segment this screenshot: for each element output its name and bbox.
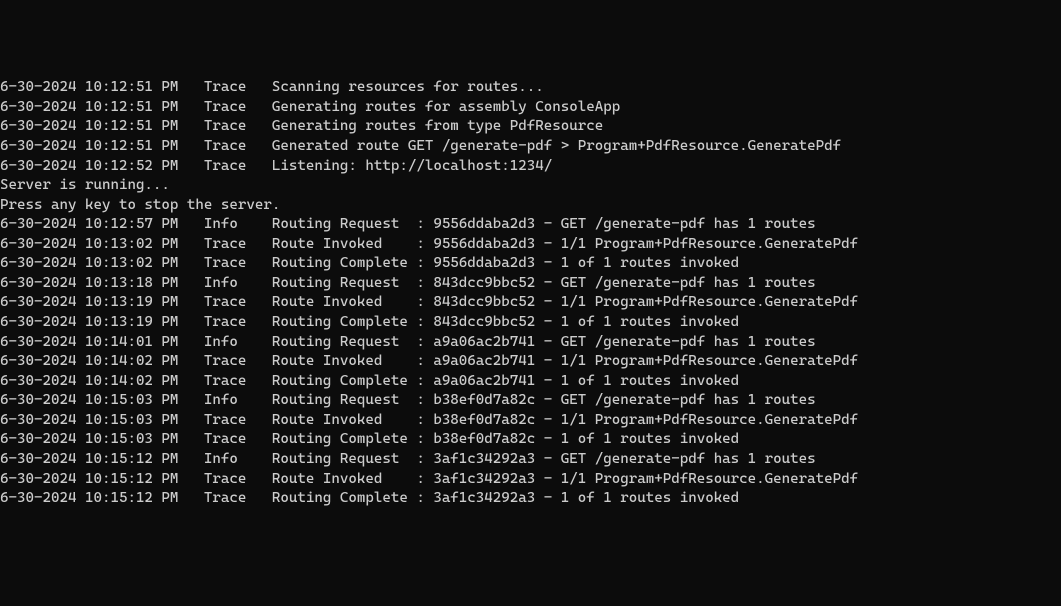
log-level: Trace: [204, 98, 272, 118]
console-line: 6-30-2024 10:13:18 PM Info Routing Reque…: [0, 274, 1061, 294]
log-message: Route Invoked : 3af1c34292a3 - 1/1 Progr…: [272, 471, 858, 487]
log-message: Routing Complete : b38ef0d7a82c - 1 of 1…: [272, 431, 739, 447]
console-line: Press any key to stop the server.: [0, 196, 1061, 216]
log-timestamp: 6-30-2024 10:14:02 PM: [0, 352, 178, 372]
log-timestamp: 6-30-2024 10:13:02 PM: [0, 254, 178, 274]
log-level: Trace: [204, 293, 272, 313]
log-timestamp: 6-30-2024 10:14:02 PM: [0, 372, 178, 392]
log-level: Trace: [204, 157, 272, 177]
log-level: Info: [204, 450, 272, 470]
log-level: Trace: [204, 470, 272, 490]
log-message: Routing Request : a9a06ac2b741 - GET /ge…: [272, 334, 816, 350]
log-timestamp: 6-30-2024 10:12:52 PM: [0, 157, 178, 177]
log-timestamp: 6-30-2024 10:13:02 PM: [0, 235, 178, 255]
log-level: Trace: [204, 352, 272, 372]
log-message: Routing Complete : 3af1c34292a3 - 1 of 1…: [272, 490, 739, 506]
log-level: Info: [204, 333, 272, 353]
console-line: 6-30-2024 10:12:57 PM Info Routing Reque…: [0, 215, 1061, 235]
log-level: Info: [204, 215, 272, 235]
log-timestamp: 6-30-2024 10:12:51 PM: [0, 117, 178, 137]
log-message: Route Invoked : 843dcc9bbc52 - 1/1 Progr…: [272, 294, 858, 310]
log-timestamp: 6-30-2024 10:15:12 PM: [0, 450, 178, 470]
console-line: 6-30-2024 10:13:02 PM Trace Route Invoke…: [0, 235, 1061, 255]
console-output: 6-30-2024 10:12:51 PM Trace Scanning res…: [0, 78, 1061, 508]
console-line: 6-30-2024 10:15:03 PM Trace Route Invoke…: [0, 411, 1061, 431]
console-line: 6-30-2024 10:13:19 PM Trace Routing Comp…: [0, 313, 1061, 333]
log-level: Trace: [204, 313, 272, 333]
console-line: 6-30-2024 10:15:03 PM Trace Routing Comp…: [0, 430, 1061, 450]
console-line: 6-30-2024 10:15:12 PM Trace Route Invoke…: [0, 470, 1061, 490]
log-message: Generated route GET /generate-pdf > Prog…: [272, 138, 841, 154]
log-timestamp: 6-30-2024 10:15:12 PM: [0, 470, 178, 490]
log-message: Routing Complete : a9a06ac2b741 - 1 of 1…: [272, 373, 739, 389]
log-timestamp: 6-30-2024 10:13:19 PM: [0, 313, 178, 333]
console-line: 6-30-2024 10:12:51 PM Trace Generating r…: [0, 98, 1061, 118]
log-timestamp: 6-30-2024 10:12:51 PM: [0, 137, 178, 157]
log-level: Trace: [204, 372, 272, 392]
console-line: 6-30-2024 10:14:02 PM Trace Route Invoke…: [0, 352, 1061, 372]
console-line: 6-30-2024 10:13:19 PM Trace Route Invoke…: [0, 293, 1061, 313]
console-line: 6-30-2024 10:12:51 PM Trace Generating r…: [0, 117, 1061, 137]
log-level: Info: [204, 391, 272, 411]
log-timestamp: 6-30-2024 10:15:03 PM: [0, 391, 178, 411]
log-message: Routing Complete : 9556ddaba2d3 - 1 of 1…: [272, 255, 739, 271]
log-level: Trace: [204, 430, 272, 450]
log-message: Routing Complete : 843dcc9bbc52 - 1 of 1…: [272, 314, 739, 330]
log-timestamp: 6-30-2024 10:13:19 PM: [0, 293, 178, 313]
console-line: 6-30-2024 10:15:12 PM Trace Routing Comp…: [0, 489, 1061, 509]
console-line: Server is running...: [0, 176, 1061, 196]
console-line: 6-30-2024 10:14:01 PM Info Routing Reque…: [0, 333, 1061, 353]
log-level: Trace: [204, 411, 272, 431]
log-message: Route Invoked : b38ef0d7a82c - 1/1 Progr…: [272, 412, 858, 428]
console-line: 6-30-2024 10:15:12 PM Info Routing Reque…: [0, 450, 1061, 470]
console-line: 6-30-2024 10:12:52 PM Trace Listening: h…: [0, 157, 1061, 177]
log-timestamp: 6-30-2024 10:12:51 PM: [0, 98, 178, 118]
log-level: Trace: [204, 137, 272, 157]
log-level: Info: [204, 274, 272, 294]
log-message: Routing Request : 843dcc9bbc52 - GET /ge…: [272, 275, 816, 291]
console-line: 6-30-2024 10:12:51 PM Trace Generated ro…: [0, 137, 1061, 157]
log-timestamp: 6-30-2024 10:12:51 PM: [0, 78, 178, 98]
log-message: Generating routes from type PdfResource: [272, 118, 603, 134]
log-timestamp: 6-30-2024 10:14:01 PM: [0, 333, 178, 353]
log-message: Scanning resources for routes...: [272, 79, 544, 95]
log-timestamp: 6-30-2024 10:15:03 PM: [0, 411, 178, 431]
log-message: Route Invoked : 9556ddaba2d3 - 1/1 Progr…: [272, 236, 858, 252]
console-line: 6-30-2024 10:12:51 PM Trace Scanning res…: [0, 78, 1061, 98]
log-level: Trace: [204, 235, 272, 255]
log-timestamp: 6-30-2024 10:13:18 PM: [0, 274, 178, 294]
log-message: Listening: http://localhost:1234/: [272, 158, 552, 174]
log-message: Routing Request : b38ef0d7a82c - GET /ge…: [272, 392, 816, 408]
log-message: Generating routes for assembly ConsoleAp…: [272, 99, 620, 115]
log-message: Routing Request : 3af1c34292a3 - GET /ge…: [272, 451, 816, 467]
log-timestamp: 6-30-2024 10:15:12 PM: [0, 489, 178, 509]
log-level: Trace: [204, 117, 272, 137]
log-level: Trace: [204, 254, 272, 274]
log-timestamp: 6-30-2024 10:15:03 PM: [0, 430, 178, 450]
log-text: Press any key to stop the server.: [0, 197, 280, 213]
log-level: Trace: [204, 78, 272, 98]
log-message: Route Invoked : a9a06ac2b741 - 1/1 Progr…: [272, 353, 858, 369]
log-timestamp: 6-30-2024 10:12:57 PM: [0, 215, 178, 235]
console-line: 6-30-2024 10:15:03 PM Info Routing Reque…: [0, 391, 1061, 411]
log-message: Routing Request : 9556ddaba2d3 - GET /ge…: [272, 216, 816, 232]
log-level: Trace: [204, 489, 272, 509]
console-line: 6-30-2024 10:13:02 PM Trace Routing Comp…: [0, 254, 1061, 274]
console-line: 6-30-2024 10:14:02 PM Trace Routing Comp…: [0, 372, 1061, 392]
log-text: Server is running...: [0, 177, 170, 193]
